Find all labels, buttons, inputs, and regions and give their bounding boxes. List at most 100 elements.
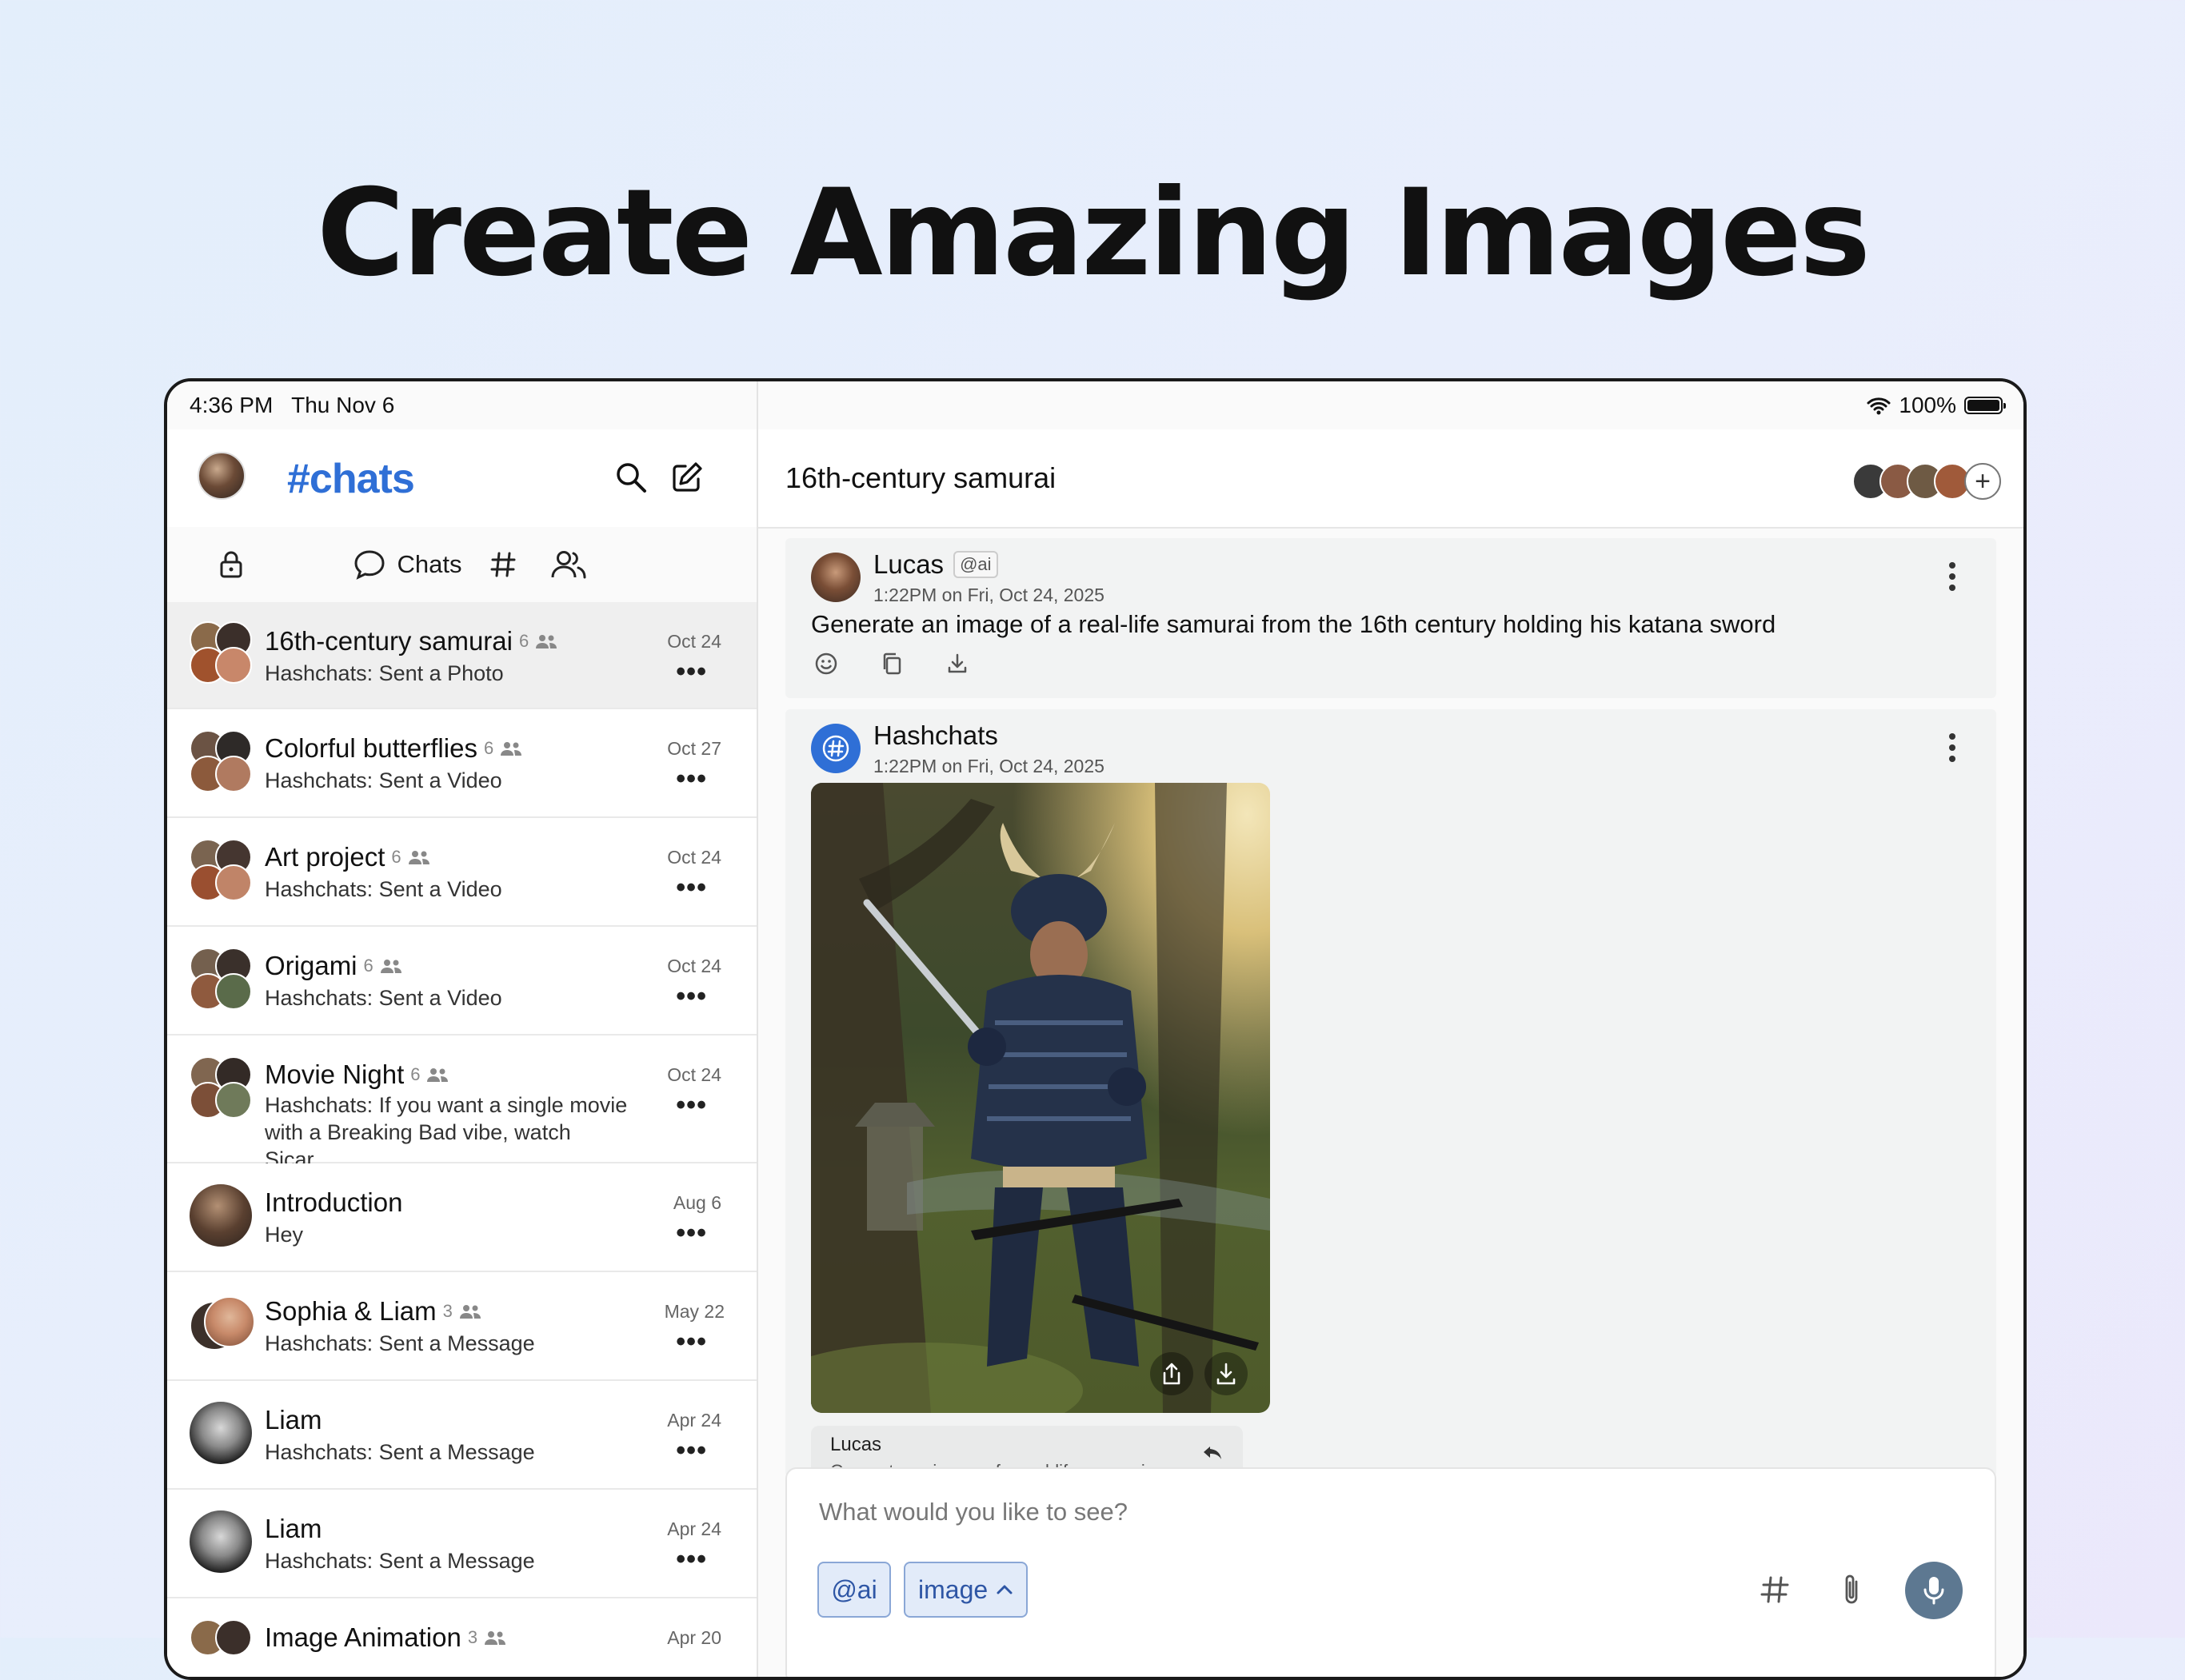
list-item[interactable]: Sophia & Liam 3 Hashchats: Sent a Message… [167, 1272, 757, 1381]
more-button[interactable]: ••• [676, 1327, 707, 1358]
add-member-button[interactable]: + [1964, 463, 2001, 500]
list-item[interactable]: 16th-century samurai 6 Hashchats: Sent a … [167, 602, 757, 709]
message-composer: What would you like to see? @ai image [785, 1467, 1996, 1677]
more-button[interactable]: ••• [676, 1218, 707, 1249]
chat-date: May 22 [664, 1301, 725, 1322]
tab-channels[interactable] [479, 527, 527, 602]
battery-icon [1964, 397, 2006, 414]
voice-button[interactable] [1905, 1562, 1963, 1619]
chat-title: Movie Night 6 [265, 1059, 449, 1090]
more-button[interactable]: ••• [676, 872, 707, 904]
list-item[interactable]: Introduction Hey Aug 6 ••• [167, 1163, 757, 1272]
search-icon[interactable] [613, 460, 649, 495]
download-icon [1216, 1363, 1236, 1385]
chat-date: Oct 24 [667, 1064, 721, 1085]
mode-selector-label: image [918, 1574, 989, 1604]
chat-title: Sophia & Liam 3 [265, 1296, 481, 1327]
chat-date: Oct 24 [667, 956, 721, 976]
profile-avatar[interactable] [198, 452, 246, 500]
chat-subtitle: Hashchats: If you want a single movie wi… [265, 1093, 628, 1171]
share-image-button[interactable] [1150, 1352, 1193, 1395]
group-avatar [190, 1619, 254, 1677]
list-item[interactable]: Image Animation 3 Apr 20 [167, 1598, 757, 1677]
group-icon [459, 1305, 481, 1319]
prompt-input[interactable]: What would you like to see? [819, 1498, 1128, 1526]
more-button[interactable]: ••• [676, 1544, 707, 1575]
chat-title: Origami 6 [265, 951, 402, 981]
reply-author: Lucas [830, 1434, 882, 1455]
chat-subtitle: Hashchats: Sent a Message [265, 1549, 535, 1573]
contact-avatar [190, 1402, 254, 1466]
hashtag-button[interactable] [1755, 1570, 1795, 1610]
chat-subtitle: Hashchats: Sent a Video [265, 877, 502, 901]
message-menu-icon[interactable] [1948, 733, 1956, 767]
headline: Create Amazing Images [316, 164, 1871, 303]
conversation-title: 16th-century samurai [785, 461, 1057, 494]
emoji-icon[interactable] [814, 652, 838, 676]
tab-private[interactable] [207, 527, 255, 602]
message-author: Lucas @ai [873, 549, 998, 580]
chat-date: Aug 6 [673, 1192, 721, 1213]
mode-selector[interactable]: image [904, 1562, 1029, 1618]
people-icon [551, 551, 586, 579]
chevron-up-icon [997, 1585, 1013, 1594]
chat-subtitle: Hashchats: Sent a Message [265, 1331, 535, 1355]
reply-quote[interactable]: Lucas Generate an image of a real-life s… [811, 1426, 1243, 1474]
message-card: Lucas @ai 1:22PM on Fri, Oct 24, 2025 Ge… [785, 538, 1996, 698]
list-item[interactable]: Movie Night 6 Hashchats: If you want a si… [167, 1036, 757, 1171]
tab-contacts[interactable] [545, 527, 593, 602]
more-button[interactable]: ••• [676, 764, 707, 795]
more-button[interactable]: ••• [676, 1090, 707, 1121]
group-avatar [190, 1056, 254, 1120]
list-item[interactable]: Colorful butterflies 6 Hashchats: Sent a … [167, 709, 757, 818]
wifi-icon [1867, 397, 1891, 415]
group-avatar [190, 621, 254, 685]
chat-title: Colorful butterflies 6 [265, 733, 522, 764]
list-item[interactable]: Art project 6 Hashchats: Sent a Video Oct… [167, 818, 757, 927]
more-button[interactable]: ••• [676, 656, 707, 688]
more-button[interactable]: ••• [676, 1435, 707, 1467]
sidebar-header: #chats [167, 429, 757, 529]
group-icon [408, 851, 429, 864]
chat-date: Oct 24 [667, 631, 721, 652]
chat-date: Apr 20 [667, 1627, 721, 1648]
app-title: #chats [287, 456, 415, 502]
chat-date: Apr 24 [667, 1518, 721, 1539]
ai-chip[interactable]: @ai [817, 1562, 891, 1618]
lock-icon [220, 551, 242, 578]
list-item[interactable]: Liam Hashchats: Sent a Message Apr 24 ••… [167, 1381, 757, 1490]
conversation-pane: 16th-century samurai + Lucas @ai 1:22PM … [758, 381, 2023, 1677]
more-button[interactable]: ••• [676, 981, 707, 1012]
member-avatars[interactable]: + [1852, 463, 2001, 500]
compose-icon[interactable] [669, 460, 705, 495]
author-avatar[interactable] [811, 553, 861, 602]
chat-date: Apr 24 [667, 1410, 721, 1431]
group-icon [501, 742, 522, 756]
message-menu-icon[interactable] [1948, 562, 1956, 596]
chat-title: Introduction [265, 1187, 403, 1217]
chat-title: Art project 6 [265, 842, 430, 872]
sidebar-tabs: Chats [167, 527, 757, 604]
group-icon [427, 1068, 449, 1082]
chat-date: Oct 27 [667, 738, 721, 759]
download-icon[interactable] [945, 652, 969, 676]
ai-badge: @ai [953, 551, 998, 578]
list-item[interactable]: Liam Hashchats: Sent a Message Apr 24 ••… [167, 1490, 757, 1598]
generated-image[interactable] [811, 783, 1270, 1413]
sidebar: #chats Chats 16th-century samurai 6 Hash… [167, 381, 758, 1677]
copy-icon[interactable] [880, 652, 904, 676]
message-time: 1:22PM on Fri, Oct 24, 2025 [873, 756, 1104, 776]
hashtag-icon [490, 552, 516, 577]
tablet-frame: #chats Chats 16th-century samurai 6 Hash… [164, 378, 2027, 1680]
attach-button[interactable] [1831, 1570, 1871, 1610]
microphone-icon [1923, 1577, 1944, 1605]
chat-subtitle: Hashchats: Sent a Message [265, 1440, 535, 1464]
paperclip-icon [1845, 1574, 1858, 1604]
tab-chats[interactable]: Chats [327, 527, 487, 602]
list-item[interactable]: Origami 6 Hashchats: Sent a Video Oct 24 … [167, 927, 757, 1036]
chat-subtitle: Hashchats: Sent a Video [265, 986, 502, 1010]
download-image-button[interactable] [1204, 1352, 1248, 1395]
share-icon [1163, 1363, 1180, 1385]
group-icon [536, 635, 557, 648]
status-indicators: 100% [1867, 393, 2006, 418]
